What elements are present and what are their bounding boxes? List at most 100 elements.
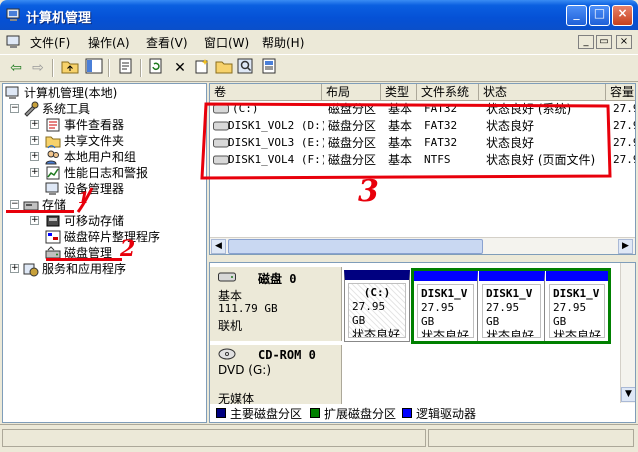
tools-icon	[24, 101, 39, 117]
scroll-down-icon[interactable]: ▼	[621, 387, 635, 402]
menu-help[interactable]: 帮助(H)	[262, 34, 304, 51]
tree-collapse-storage[interactable]: −	[10, 200, 19, 209]
console-tree[interactable]: 计算机管理(本地) − 系统工具 + 事件查看器 + 共享文件夹 + 本地用户和…	[2, 83, 207, 423]
menu-window[interactable]: 窗口(W)	[204, 34, 249, 51]
tree-item-label: 系统工具	[42, 102, 91, 116]
performance-log-icon	[46, 166, 60, 180]
tree-expand-shared-folders[interactable]: +	[30, 136, 39, 145]
scrollbar-thumb[interactable]	[228, 239, 483, 254]
tree-item-label: 磁盘碎片整理程序	[64, 230, 161, 244]
cdrom-0-label[interactable]: CD-ROM 0 DVD (G:) 无媒体	[210, 345, 342, 407]
mmc-icon	[6, 35, 20, 48]
menu-file[interactable]: 文件(F)	[30, 34, 70, 51]
users-icon	[45, 150, 59, 165]
tree-expand-removable[interactable]: +	[30, 216, 39, 225]
cdrom-icon	[218, 348, 236, 360]
up-folder-icon[interactable]	[60, 58, 80, 78]
legend-label-logical: 逻辑驱动器	[416, 407, 477, 421]
column-header-capacity[interactable]: 容量	[606, 84, 635, 101]
tree-expand-event-viewer[interactable]: +	[30, 120, 39, 129]
title-bar[interactable]: 计算机管理 _ □ ×	[0, 0, 638, 30]
toolbar-separator	[52, 59, 54, 77]
tree-item-label: 可移动存储	[64, 214, 125, 228]
partition-name: DISK1_V	[486, 287, 533, 300]
partition-c[interactable]: (C:) 27.95 GB 状态良好	[344, 270, 410, 342]
partition-status: 状态良好	[486, 329, 535, 338]
tree-expand-services[interactable]: +	[10, 264, 19, 273]
vertical-scrollbar[interactable]: ▼	[620, 263, 635, 403]
tree-collapse-system-tools[interactable]: −	[10, 104, 19, 113]
partition-size: 27.95 GB	[421, 301, 455, 328]
status-bar	[0, 424, 638, 452]
delete-icon[interactable]: ✕	[170, 58, 190, 78]
legend-swatch-logical	[402, 408, 412, 418]
column-header-volume[interactable]: 卷	[210, 84, 322, 101]
partition-size: 27.95 GB	[486, 301, 520, 328]
horizontal-scrollbar[interactable]: ◀ ▶	[210, 237, 635, 254]
tree-expand-perf-logs[interactable]: +	[30, 168, 39, 177]
legend: 主要磁盘分区 扩展磁盘分区 逻辑驱动器	[210, 404, 635, 422]
extended-partition[interactable]: DISK1_V 27.95 GB 状态良好 DISK1_V 27.95 GB 状…	[411, 268, 611, 344]
partition-status: 状态良好	[553, 329, 602, 338]
menu-action[interactable]: 操作(A)	[88, 34, 130, 51]
toolbar-separator	[140, 59, 142, 77]
annotation-underline-storage	[6, 210, 74, 213]
tree-item-label: 性能日志和警报	[64, 166, 149, 180]
partition-name: (C:)	[363, 286, 391, 299]
services-icon	[23, 263, 39, 277]
close-button[interactable]: ×	[612, 5, 633, 26]
partition-body: DISK1_V 27.95 GB 状态良好	[549, 284, 605, 338]
scroll-left-icon[interactable]: ◀	[211, 239, 226, 254]
forward-arrow-icon[interactable]: ⇨	[28, 58, 48, 78]
back-arrow-icon[interactable]: ⇦	[6, 58, 26, 78]
show-hide-tree-icon[interactable]	[84, 58, 104, 78]
mdi-restore-button[interactable]: ▭	[596, 35, 612, 49]
window-title: 计算机管理	[26, 11, 92, 26]
cell-capacity: 27.9	[613, 136, 635, 149]
mdi-close-button[interactable]: ×	[616, 35, 632, 49]
shared-folder-icon	[45, 136, 61, 149]
removable-storage-icon	[46, 215, 60, 227]
partition-name: DISK1_V	[421, 287, 468, 300]
disk-name: 磁盘 0	[258, 272, 297, 286]
tree-expand-local-users[interactable]: +	[30, 152, 39, 161]
help-icon[interactable]	[260, 58, 280, 78]
toolbar: ⇦ ⇨ ✕	[0, 54, 638, 82]
column-header-type[interactable]: 类型	[381, 84, 417, 101]
annotation-number-1: 1	[78, 188, 90, 207]
maximize-button[interactable]: □	[589, 5, 610, 26]
column-header-status[interactable]: 状态	[479, 84, 606, 101]
partition-e[interactable]: DISK1_V 27.95 GB 状态良好	[479, 271, 545, 341]
annotation-number-2: 2	[120, 236, 136, 262]
tree-root-label: 计算机管理(本地)	[24, 86, 118, 100]
annotation-box-volumes	[200, 102, 612, 180]
new-icon[interactable]	[192, 58, 212, 78]
search-icon[interactable]	[236, 58, 256, 78]
minimize-button[interactable]: _	[566, 5, 587, 26]
partition-d[interactable]: DISK1_V 27.95 GB 状态良好	[414, 271, 478, 341]
partition-f[interactable]: DISK1_V 27.95 GB 状态良好	[546, 271, 608, 341]
partition-body: (C:) 27.95 GB 状态良好	[348, 283, 406, 338]
menu-view[interactable]: 查看(V)	[146, 34, 188, 51]
cdrom-name: CD-ROM 0	[258, 348, 316, 362]
legend-swatch-extended	[310, 408, 320, 418]
disk-0-label[interactable]: 磁盘 0 基本 111.79 GB 联机	[210, 267, 342, 341]
column-header-filesystem[interactable]: 文件系统	[417, 84, 479, 101]
tree-item-label: 本地用户和组	[64, 150, 137, 164]
refresh-icon[interactable]	[146, 58, 166, 78]
device-manager-icon	[45, 182, 59, 195]
legend-swatch-primary	[216, 408, 226, 418]
mdi-minimize-button[interactable]: _	[578, 35, 594, 49]
open-icon[interactable]	[214, 58, 234, 78]
disk-graphical-view[interactable]: 磁盘 0 基本 111.79 GB 联机 (C:) 27.95 GB 状态良好 …	[209, 262, 636, 423]
tree-item-label: 共享文件夹	[64, 134, 125, 148]
scroll-right-icon[interactable]: ▶	[618, 239, 633, 254]
properties-icon[interactable]	[116, 58, 136, 78]
hard-disk-icon	[218, 272, 236, 282]
cell-capacity: 27.9	[613, 153, 635, 166]
legend-label-extended: 扩展磁盘分区	[324, 407, 397, 421]
column-header-layout[interactable]: 布局	[322, 84, 381, 101]
partition-size: 27.95 GB	[553, 301, 587, 328]
cdrom-type: DVD (G:)	[218, 363, 271, 377]
annotation-underline-disk-management	[46, 258, 122, 261]
